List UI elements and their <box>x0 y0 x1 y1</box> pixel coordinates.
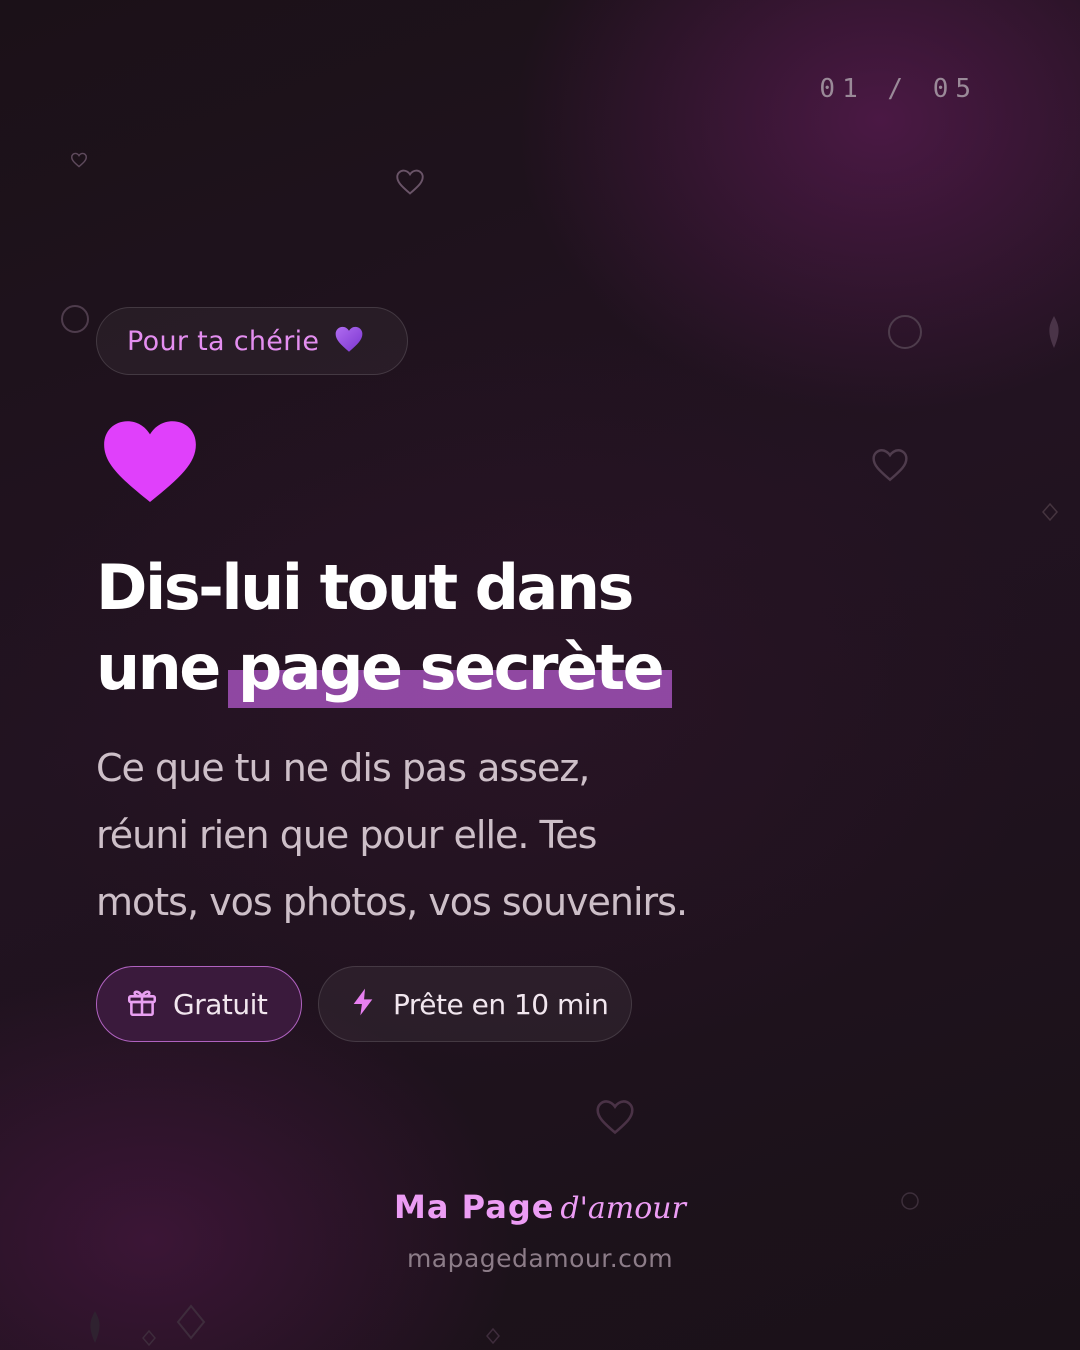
headline-highlight: page secrète <box>227 628 673 708</box>
tag-label: Pour ta chérie <box>127 325 320 357</box>
heart-outline-icon <box>394 168 426 196</box>
headline-line1: Dis-lui tout dans <box>96 551 634 624</box>
diamond-outline-icon <box>176 1304 206 1340</box>
headline-highlight-text: page secrète <box>237 631 665 704</box>
headline-line2-plain: une <box>96 631 221 704</box>
free-chip: Gratuit <box>96 966 302 1042</box>
heart-outline-icon <box>594 1098 636 1136</box>
slide-counter: 01 / 05 <box>819 74 978 104</box>
heart-icon <box>100 418 200 508</box>
brand-script: d'amour <box>560 1191 686 1226</box>
subtitle: Ce que tu ne dis pas assez, réuni rien q… <box>96 735 796 936</box>
brand-domain: mapagedamour.com <box>406 1244 674 1273</box>
brand-logo: Ma Page d'amour <box>0 1188 1080 1226</box>
gift-icon <box>125 985 159 1023</box>
subtitle-line2: réuni rien que pour elle. Tes <box>96 813 597 857</box>
lightning-icon <box>347 985 379 1023</box>
fast-chip-label: Prête en 10 min <box>393 987 609 1021</box>
diamond-outline-icon <box>1042 503 1058 521</box>
headline: Dis-lui tout dans une page secrète <box>96 548 673 708</box>
heart-outline-icon <box>70 152 88 168</box>
free-chip-label: Gratuit <box>173 987 268 1021</box>
purple-heart-icon <box>333 325 365 357</box>
heart-outline-icon <box>870 447 910 483</box>
diamond-icon <box>1044 314 1064 350</box>
subtitle-line1: Ce que tu ne dis pas assez, <box>96 746 590 790</box>
subtitle-line3: mots, vos photos, vos souvenirs. <box>96 880 688 924</box>
diamond-outline-icon <box>486 1328 500 1344</box>
circle-outline-icon <box>60 304 90 334</box>
diamond-outline-icon <box>142 1330 156 1346</box>
tag-pill: Pour ta chérie <box>96 307 408 375</box>
brand-name: Ma Page <box>394 1188 555 1226</box>
diamond-icon <box>86 1310 104 1344</box>
circle-outline-icon <box>886 313 924 351</box>
fast-chip: Prête en 10 min <box>318 966 632 1042</box>
slide: 01 / 05 Pour ta chérie Dis-lui tout dans… <box>0 0 1080 1350</box>
